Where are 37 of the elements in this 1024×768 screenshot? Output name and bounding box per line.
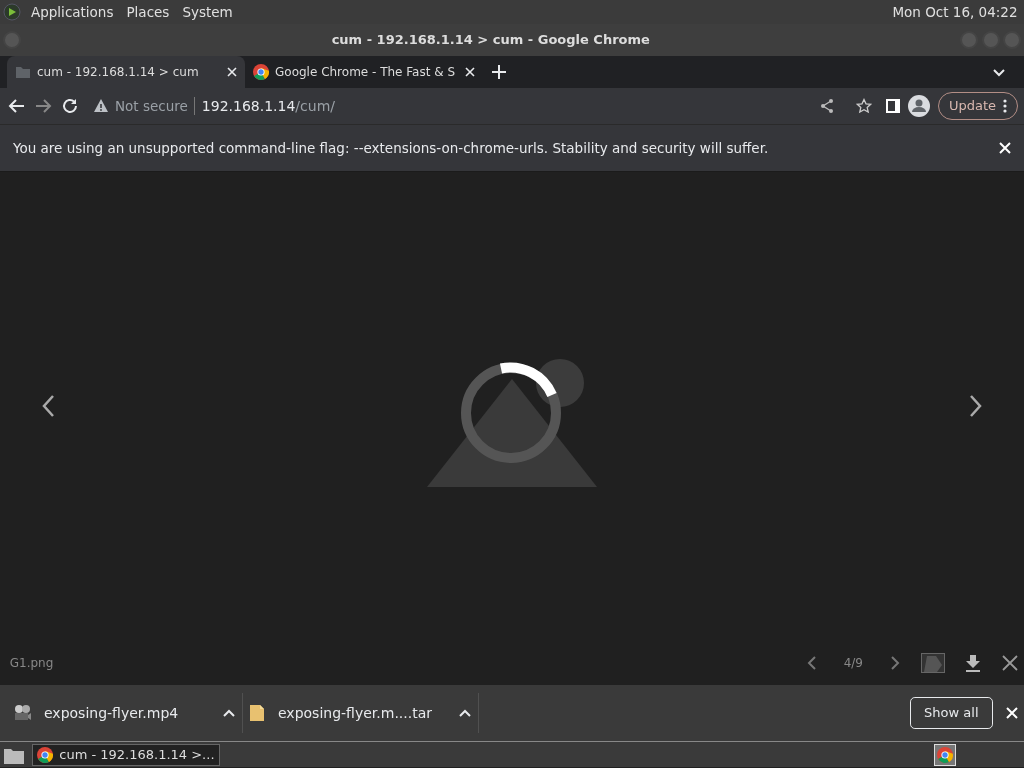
taskbar-window-button[interactable]: cum - 192.168.1.14 >... bbox=[31, 743, 220, 766]
security-label[interactable]: Not secure bbox=[115, 95, 188, 117]
window-title: cum - 192.168.1.14 > cum - Google Chrome bbox=[330, 31, 651, 50]
download-item[interactable]: exposing-flyer.m....tar bbox=[242, 693, 479, 733]
side-panel-icon[interactable] bbox=[884, 98, 901, 114]
page-counter: 4/9 bbox=[842, 654, 864, 672]
folder-icon bbox=[14, 64, 31, 80]
archive-file-icon bbox=[249, 704, 265, 722]
show-all-button[interactable]: Show all bbox=[910, 697, 993, 729]
chrome-icon bbox=[252, 64, 269, 80]
file-name: G1.png bbox=[8, 654, 54, 672]
star-icon[interactable] bbox=[855, 98, 872, 114]
panel-menu[interactable]: Applications bbox=[27, 1, 117, 23]
previous-icon[interactable] bbox=[805, 654, 818, 671]
share-icon[interactable] bbox=[818, 98, 835, 114]
avatar-icon[interactable] bbox=[907, 94, 932, 118]
chevron-up-icon[interactable] bbox=[459, 709, 471, 717]
warning-message: You are using an unsupported command-line flag: --extensions-on-chrome-urls. Stability and security will suffer. bbox=[13, 138, 770, 158]
video-file-icon bbox=[13, 704, 31, 722]
thumbnail-icon[interactable] bbox=[920, 652, 945, 673]
chrome-icon[interactable] bbox=[933, 743, 956, 766]
image-placeholder-icon bbox=[427, 359, 597, 489]
browser-tab[interactable]: Google Chrome - The Fast & S bbox=[244, 56, 483, 88]
clock: Mon Oct 16, 04:22 bbox=[892, 2, 1019, 22]
download-icon[interactable] bbox=[964, 653, 982, 672]
panel-menu[interactable]: Places bbox=[123, 1, 173, 23]
browser-tab[interactable]: cum - 192.168.1.14 > cum bbox=[6, 56, 245, 88]
menu-logo-icon[interactable] bbox=[3, 3, 22, 21]
url-text: 192.168.1.14/cum/ bbox=[201, 96, 335, 116]
download-item[interactable]: exposing-flyer.mp4 bbox=[6, 693, 243, 733]
more-icon[interactable] bbox=[1002, 99, 1007, 113]
close-icon[interactable] bbox=[1001, 654, 1018, 671]
panel-menu[interactable]: System bbox=[179, 1, 236, 23]
next-icon[interactable] bbox=[889, 654, 901, 671]
warning-icon bbox=[92, 98, 109, 114]
chrome-icon bbox=[36, 746, 53, 763]
chevron-up-icon[interactable] bbox=[223, 709, 235, 717]
